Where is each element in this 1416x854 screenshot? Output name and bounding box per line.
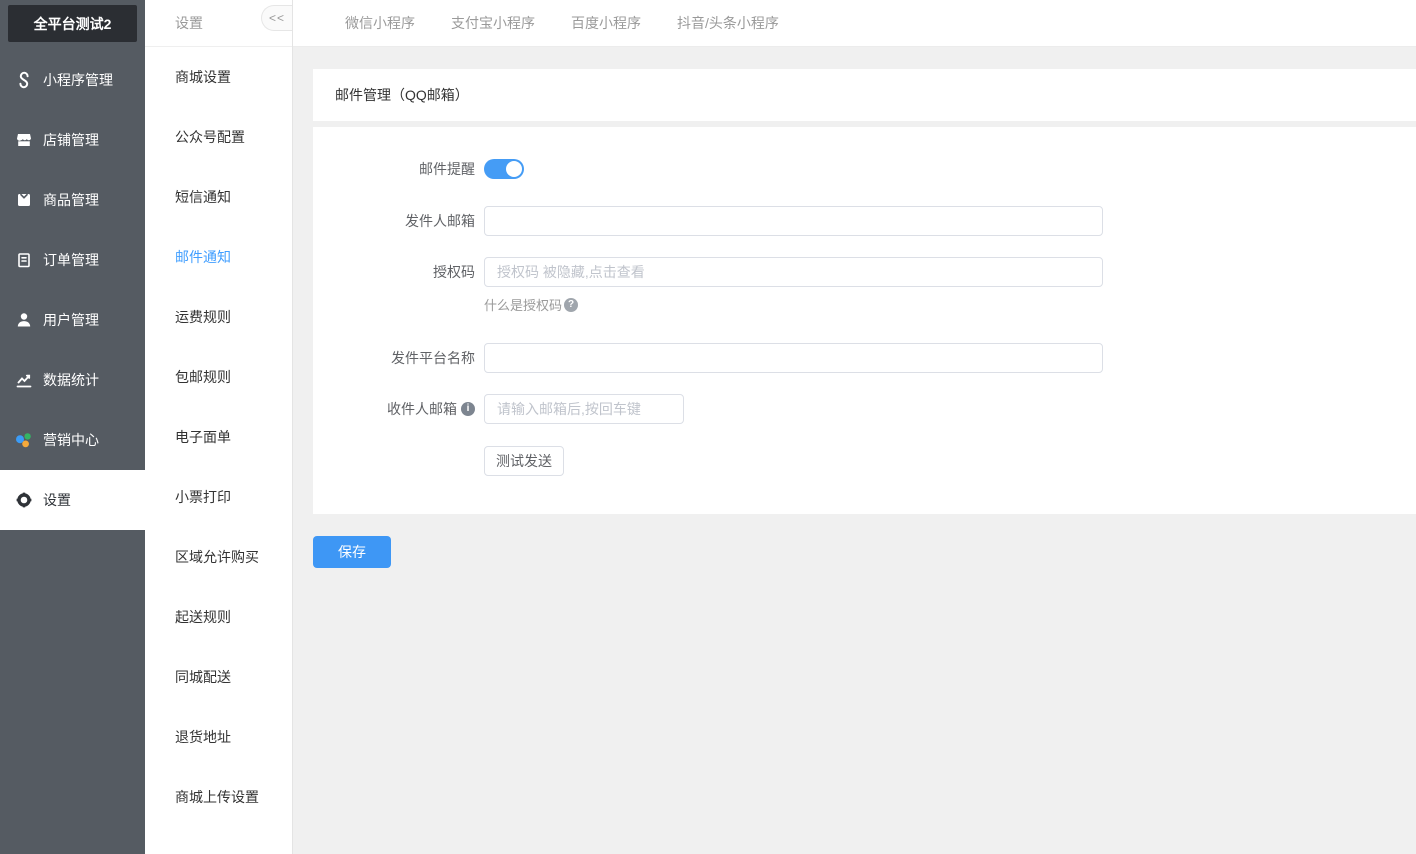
sidebar-item-miniprogram[interactable]: 小程序管理 (0, 50, 145, 110)
primary-sidebar: 全平台测试2 小程序管理 店铺管理 商品管理 订单管理 用户管理 数据统计 营销… (0, 0, 145, 854)
sidebar-item-stats[interactable]: 数据统计 (0, 350, 145, 410)
content-area: 邮件管理（QQ邮箱） 邮件提醒 发件人邮箱 授权码 什么是授权码 ? (293, 47, 1416, 568)
question-icon: ? (564, 297, 579, 312)
main-area: 微信小程序 支付宝小程序 百度小程序 抖音/头条小程序 邮件管理（QQ邮箱） 邮… (293, 0, 1416, 854)
submenu-item-upload-settings[interactable]: 商城上传设置 (145, 767, 292, 827)
product-icon (15, 191, 33, 209)
platform-name-row: 发件平台名称 (313, 343, 1416, 373)
submenu-item-return-address[interactable]: 退货地址 (145, 707, 292, 767)
sidebar-item-label: 设置 (43, 492, 71, 508)
recipient-email-label-text: 收件人邮箱 (387, 401, 457, 417)
sidebar-item-label: 小程序管理 (43, 72, 113, 88)
page-title: 邮件管理（QQ邮箱） (335, 87, 469, 103)
marketing-icon (15, 431, 33, 449)
auth-code-help[interactable]: 什么是授权码 ? (484, 295, 1416, 314)
miniprogram-icon (15, 71, 33, 89)
app-logo: 全平台测试2 (8, 5, 137, 42)
submenu-item-city-delivery[interactable]: 同城配送 (145, 647, 292, 707)
save-button[interactable]: 保存 (313, 536, 391, 568)
email-reminder-label: 邮件提醒 (419, 161, 475, 177)
primary-nav: 小程序管理 店铺管理 商品管理 订单管理 用户管理 数据统计 营销中心 设置 (0, 42, 145, 530)
submenu-item-sms-notify[interactable]: 短信通知 (145, 167, 292, 227)
tab-baidu-miniprogram[interactable]: 百度小程序 (571, 13, 641, 33)
sidebar-item-label: 商品管理 (43, 192, 99, 208)
sidebar-item-label: 用户管理 (43, 312, 99, 328)
auth-code-label: 授权码 (433, 264, 475, 280)
submenu-title: 设置 (175, 15, 203, 31)
gear-icon (15, 491, 33, 509)
submenu-item-receipt-print[interactable]: 小票打印 (145, 467, 292, 527)
test-send-button[interactable]: 测试发送 (484, 446, 564, 476)
platform-name-field[interactable] (484, 343, 1103, 373)
sidebar-item-user[interactable]: 用户管理 (0, 290, 145, 350)
tab-douyin-miniprogram[interactable]: 抖音/头条小程序 (677, 13, 779, 33)
sidebar-item-settings[interactable]: 设置 (0, 470, 145, 530)
submenu-item-email-notify[interactable]: 邮件通知 (145, 227, 292, 287)
stats-icon (15, 371, 33, 389)
platform-name-label: 发件平台名称 (391, 350, 475, 366)
sidebar-item-label: 数据统计 (43, 372, 99, 388)
sidebar-item-product[interactable]: 商品管理 (0, 170, 145, 230)
recipient-email-row: 收件人邮箱 i (313, 394, 1416, 424)
sidebar-item-order[interactable]: 订单管理 (0, 230, 145, 290)
shop-icon (15, 131, 33, 149)
auth-code-field[interactable] (484, 257, 1103, 287)
tab-alipay-miniprogram[interactable]: 支付宝小程序 (451, 13, 535, 33)
submenu-item-shipping-rules[interactable]: 运费规则 (145, 287, 292, 347)
submenu-item-region-allow[interactable]: 区域允许购买 (145, 527, 292, 587)
sender-email-row: 发件人邮箱 (313, 206, 1416, 236)
sender-email-field[interactable] (484, 206, 1103, 236)
submenu-item-free-shipping[interactable]: 包邮规则 (145, 347, 292, 407)
settings-submenu: 设置 << 商城设置 公众号配置 短信通知 邮件通知 运费规则 包邮规则 电子面… (145, 0, 293, 854)
auth-code-help-text: 什么是授权码 (484, 298, 563, 313)
email-reminder-row: 邮件提醒 (313, 159, 1416, 179)
toggle-knob (506, 161, 522, 177)
email-reminder-toggle[interactable] (484, 159, 524, 179)
sidebar-item-shop[interactable]: 店铺管理 (0, 110, 145, 170)
test-send-row: 测试发送 (313, 446, 1416, 476)
sidebar-item-label: 营销中心 (43, 432, 99, 448)
email-settings-form: 邮件提醒 发件人邮箱 授权码 什么是授权码 ? 发件平台名称 (313, 127, 1416, 514)
sidebar-item-label: 店铺管理 (43, 132, 99, 148)
submenu-item-min-order[interactable]: 起送规则 (145, 587, 292, 647)
auth-code-row: 授权码 (313, 257, 1416, 287)
order-icon (15, 251, 33, 269)
email-settings-card-header: 邮件管理（QQ邮箱） (313, 69, 1416, 121)
sender-email-label: 发件人邮箱 (405, 213, 475, 229)
collapse-sidebar-button[interactable]: << (261, 5, 292, 31)
info-icon: i (461, 402, 475, 416)
submenu-item-mall-settings[interactable]: 商城设置 (145, 47, 292, 107)
tab-wechat-miniprogram[interactable]: 微信小程序 (345, 13, 415, 33)
user-icon (15, 311, 33, 329)
submenu-header: 设置 << (145, 0, 292, 47)
sidebar-item-marketing[interactable]: 营销中心 (0, 410, 145, 470)
sidebar-item-label: 订单管理 (43, 252, 99, 268)
submenu-item-e-waybill[interactable]: 电子面单 (145, 407, 292, 467)
platform-tabbar: 微信小程序 支付宝小程序 百度小程序 抖音/头条小程序 (293, 0, 1416, 47)
submenu-item-official-account[interactable]: 公众号配置 (145, 107, 292, 167)
recipient-email-field[interactable] (484, 394, 684, 424)
recipient-email-label: 收件人邮箱 i (313, 399, 475, 419)
